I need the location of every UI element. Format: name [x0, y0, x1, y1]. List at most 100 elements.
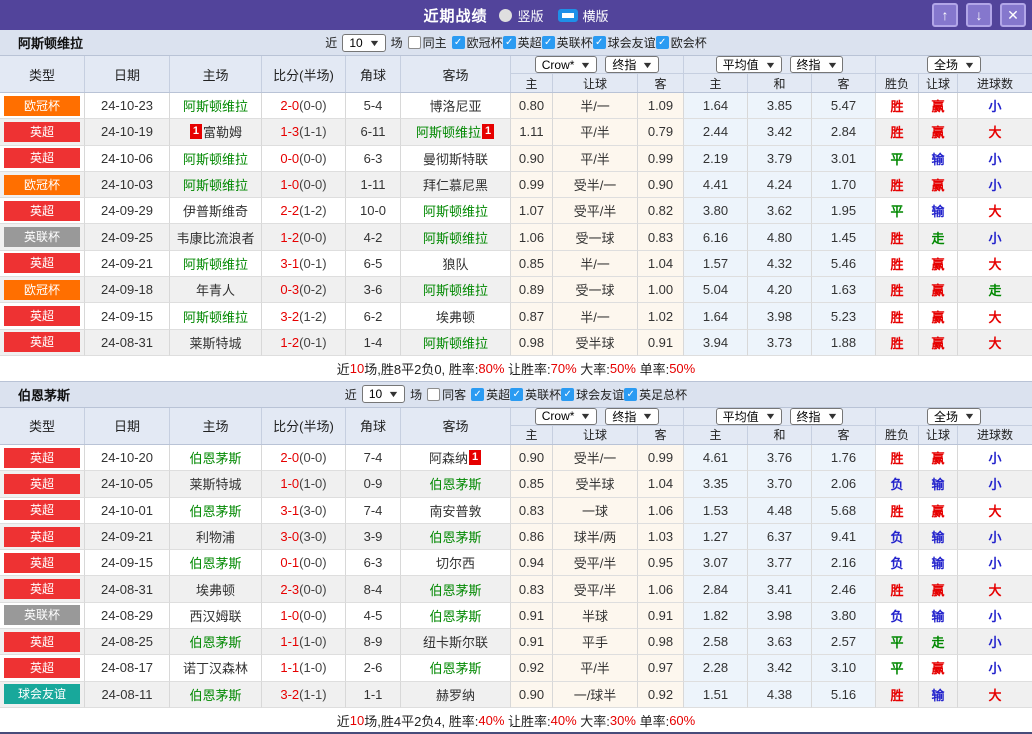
odds-final-select[interactable]: 终指 ▼	[605, 56, 660, 73]
team-section: 伯恩茅斯 近 10 ▼ 场 同客 ✓ 英超 ✓ 英联杯 ✓ 球会友谊 ✓ 英足总杯 类型 日期 …	[0, 381, 1032, 732]
league-filter[interactable]: ✓ 英足总杯	[624, 386, 687, 403]
avg-final-select[interactable]: 终指 ▼	[789, 407, 844, 425]
home-team: 伯恩茅斯	[189, 451, 242, 467]
full-time-score: 3-2	[280, 686, 300, 702]
score-cell: 3-2 (1-2)	[262, 303, 346, 330]
checkbox-checked-icon[interactable]: ✓	[655, 36, 669, 49]
league-filter[interactable]: ✓ 英联杯	[510, 386, 561, 403]
avg-home-odds: 3.07	[684, 550, 748, 577]
checkbox-checked-icon[interactable]: ✓	[451, 36, 465, 49]
half-time-score: (0-0)	[299, 177, 327, 193]
league-filter[interactable]: ✓ 英联杯	[541, 34, 593, 51]
avg-provider-select[interactable]: 平均值 ▼	[715, 407, 782, 425]
red-card-badge: 1	[482, 124, 494, 140]
avg-away-odds: 1.70	[812, 171, 876, 199]
league-type-cell: 英联杯	[0, 224, 85, 251]
away-team: 博洛尼亚	[429, 99, 482, 115]
odds-home: 0.80	[511, 93, 553, 120]
handicap-line: 受平/半	[553, 576, 638, 603]
avg-provider-select[interactable]: 平均值 ▼	[715, 56, 782, 73]
odds-home: 0.89	[511, 277, 553, 304]
league-filter[interactable]: ✓ 球会友谊	[592, 34, 656, 51]
avg-away-odds: 2.46	[812, 576, 876, 603]
same-venue-filter[interactable]: 同客	[427, 386, 466, 403]
col-avg-home: 主	[684, 74, 748, 92]
half-time-score: (1-2)	[299, 203, 327, 219]
radio-selected-icon[interactable]	[557, 8, 578, 22]
score-cell: 1-0 (1-0)	[262, 471, 346, 498]
result-winloss: 胜	[876, 497, 919, 524]
checkbox-checked-icon[interactable]: ✓	[502, 36, 516, 49]
avg-draw-odds: 4.32	[748, 250, 812, 278]
odds-home: 0.85	[511, 250, 553, 278]
odds-away: 0.91	[638, 602, 684, 630]
league-filter[interactable]: ✓ 英超	[502, 34, 542, 51]
move-up-button[interactable]: ↑	[932, 3, 958, 27]
scope-select[interactable]: 全场 ▼	[927, 407, 981, 425]
league-filter[interactable]: ✓ 欧会杯	[655, 34, 707, 51]
corner-score: 8-4	[346, 576, 401, 603]
summary-row: 近 10 场,胜8平2负0, 胜率: 80% 让胜率: 70% 大率: 50% 单率: 50…	[0, 355, 1032, 382]
odds-away: 0.97	[638, 655, 684, 682]
result-goals: 大	[958, 329, 1032, 356]
checkbox-unchecked-icon[interactable]	[407, 36, 421, 49]
summary-text: 场,胜8平2负0, 胜率:	[364, 361, 479, 377]
away-team: 伯恩茅斯	[429, 530, 482, 545]
corner-score: 7-4	[346, 444, 401, 472]
odds-select-group: Crow* ▼ 终指 ▼	[511, 407, 684, 426]
panel-title: 近期战绩	[423, 7, 488, 25]
league-filter[interactable]: ✓ 球会友谊	[561, 386, 624, 403]
avg-final-select[interactable]: 终指 ▼	[789, 56, 844, 73]
away-team: 纽卡斯尔联	[422, 635, 488, 651]
league-type-cell: 英超	[0, 250, 85, 278]
avg-home-odds: 4.61	[684, 444, 748, 472]
league-filter-label: 欧会杯	[670, 36, 707, 50]
league-filter[interactable]: ✓ 欧冠杯	[451, 34, 503, 51]
league-badge: 英超	[4, 631, 80, 652]
odds-provider-select[interactable]: Crow* ▼	[534, 56, 598, 73]
avg-away-odds: 2.84	[812, 119, 876, 146]
checkbox-checked-icon[interactable]: ✓	[624, 387, 638, 401]
away-team-cell: 伯恩茅斯	[401, 602, 511, 630]
odds-home: 1.07	[511, 198, 553, 225]
league-filter[interactable]: ✓ 英超	[471, 386, 510, 403]
result-goals: 小	[958, 523, 1032, 551]
corner-score: 1-11	[346, 171, 401, 199]
close-button[interactable]: ✕	[1000, 3, 1026, 27]
move-down-button[interactable]: ↓	[966, 3, 992, 27]
avg-draw-odds: 4.20	[748, 277, 812, 304]
result-winloss: 平	[876, 629, 919, 656]
home-team: 莱斯特城	[189, 335, 242, 351]
full-time-score: 2-0	[280, 450, 300, 466]
league-type-cell: 英超	[0, 655, 85, 682]
home-team-cell: 伯恩茅斯	[170, 550, 262, 577]
league-badge: 球会友谊	[4, 684, 80, 705]
odds-away: 1.09	[638, 93, 684, 120]
match-count-select[interactable]: 10 ▼	[342, 33, 386, 52]
radio-horizontal-layout[interactable]: 横版	[557, 6, 609, 25]
checkbox-checked-icon[interactable]: ✓	[541, 36, 555, 49]
result-winloss: 平	[876, 145, 919, 172]
summary-text: 80%	[478, 360, 505, 376]
home-team-cell: 伊普斯维奇	[170, 198, 262, 225]
radio-unselected-icon[interactable]	[499, 8, 513, 22]
checkbox-unchecked-icon[interactable]	[427, 387, 441, 401]
match-count-select[interactable]: 10 ▼	[361, 385, 406, 404]
same-venue-filter[interactable]: 同主	[407, 34, 447, 51]
radio-vertical-layout[interactable]: 竖版	[499, 6, 544, 25]
checkbox-checked-icon[interactable]: ✓	[510, 387, 524, 401]
near-label: 近	[325, 36, 338, 50]
checkbox-checked-icon[interactable]: ✓	[561, 387, 575, 401]
scope-select[interactable]: 全场 ▼	[927, 56, 981, 73]
odds-final-select[interactable]: 终指 ▼	[605, 407, 660, 425]
result-handicap: 赢	[919, 655, 958, 682]
odds-away: 1.04	[638, 471, 684, 498]
odds-provider-select[interactable]: Crow* ▼	[534, 407, 598, 425]
avg-draw-odds: 4.80	[748, 224, 812, 251]
table-row: 球会友谊 24-08-11 伯恩茅斯 3-2 (1-1) 1-1 赫罗纳 0.90 一/球半 0.…	[0, 681, 1032, 708]
home-team: 伯恩茅斯	[189, 687, 242, 703]
handicap-line: 平/半	[553, 655, 638, 682]
checkbox-checked-icon[interactable]: ✓	[592, 36, 606, 49]
checkbox-checked-icon[interactable]: ✓	[471, 387, 485, 401]
table-row: 英超 24-10-06 阿斯顿维拉 0-0 (0-0) 6-3 曼彻斯特联 0.90 平/半 0.…	[0, 145, 1032, 172]
